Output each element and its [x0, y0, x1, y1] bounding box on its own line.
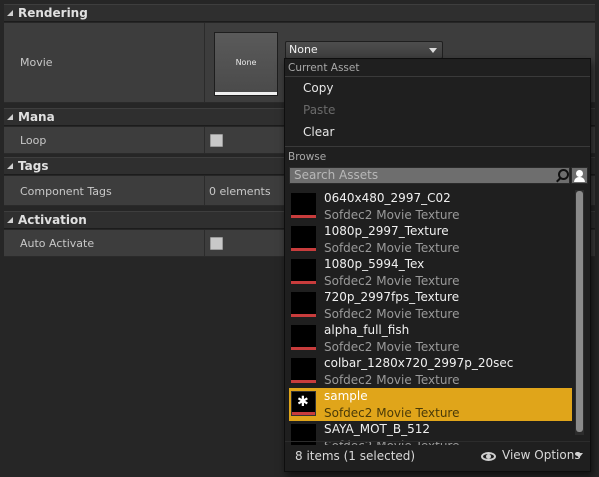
asset-name: sample [324, 389, 368, 403]
loop-checkbox[interactable] [210, 134, 223, 147]
asset-type: Sofdec2 Movie Texture [324, 241, 460, 255]
paste-menu-item[interactable]: Paste [303, 103, 335, 117]
asset-name: colbar_1280x720_2997p_20sec [324, 356, 514, 370]
chevron-down-icon [575, 453, 583, 458]
component-tags-value: 0 elements [209, 185, 271, 198]
collapse-arrow-icon [7, 10, 13, 16]
thumbnail-text: None [235, 58, 257, 67]
column-divider[interactable] [204, 23, 205, 102]
user-icon [576, 170, 583, 177]
asset-list-item[interactable]: 1080p_5994_Tex Sofdec2 Movie Texture [289, 256, 572, 289]
asset-type: Sofdec2 Movie Texture [324, 373, 460, 387]
asset-type: Sofdec2 Movie Texture [324, 439, 460, 445]
asset-list-item[interactable]: 0640x480_2997_C02 Sofdec2 Movie Texture [289, 190, 572, 223]
asset-list-item[interactable]: alpha_full_fish Sofdec2 Movie Texture [289, 322, 572, 355]
thumbnail-bar [215, 92, 277, 95]
search-assets-input[interactable]: Search Assets [289, 167, 570, 184]
scrollbar[interactable] [575, 190, 584, 435]
scrollbar-thumb[interactable] [576, 191, 583, 432]
asset-thumbnail [291, 259, 316, 284]
asset-type-color-bar [291, 248, 316, 251]
combo-value: None [289, 43, 318, 56]
asset-type: Sofdec2 Movie Texture [324, 307, 460, 321]
chevron-down-icon [429, 48, 437, 53]
asset-thumbnail: ✱ [291, 391, 316, 416]
asset-type-color-bar [291, 347, 316, 350]
asset-type-color-bar [291, 281, 316, 284]
asset-thumbnail [291, 292, 316, 317]
asset-glyph-icon: ✱ [297, 394, 309, 410]
collapse-arrow-icon [7, 163, 13, 169]
view-options-button[interactable]: View Options [502, 448, 581, 462]
asset-name: 1080p_2997_Texture [324, 224, 449, 238]
section-title: Rendering [18, 6, 88, 20]
asset-thumbnail [291, 358, 316, 383]
component-tags-label: Component Tags [20, 185, 112, 198]
current-asset-heading: Current Asset [288, 62, 360, 74]
section-title: Activation [18, 213, 87, 227]
asset-type: Sofdec2 Movie Texture [324, 274, 460, 288]
user-icon-body [574, 177, 585, 182]
auto-activate-label: Auto Activate [20, 237, 95, 250]
movie-asset-combo[interactable]: None [285, 41, 443, 59]
auto-activate-checkbox[interactable] [210, 237, 223, 250]
movie-thumbnail[interactable]: None [214, 32, 278, 96]
asset-list-item[interactable]: colbar_1280x720_2997p_20sec Sofdec2 Movie… [289, 355, 572, 388]
asset-list-item[interactable]: 1080p_2997_Texture Sofdec2 Movie Texture [289, 223, 572, 256]
clear-menu-item[interactable]: Clear [303, 125, 334, 139]
asset-list-item[interactable]: ✱ sample Sofdec2 Movie Texture [289, 388, 572, 421]
asset-type-color-bar [291, 215, 316, 218]
asset-list: 0640x480_2997_C02 Sofdec2 Movie Texture 10… [289, 190, 572, 445]
asset-name: SAYA_MOT_B_512 [324, 422, 430, 436]
section-separator [285, 146, 590, 147]
search-placeholder: Search Assets [294, 168, 379, 182]
asset-name: alpha_full_fish [324, 323, 410, 337]
asset-name: 720p_2997fps_Texture [324, 290, 460, 304]
asset-name: 1080p_5994_Tex [324, 257, 425, 271]
asset-picker-popup: Current Asset Copy Paste Clear Browse Se… [284, 58, 591, 472]
loop-label: Loop [20, 134, 47, 147]
asset-type: Sofdec2 Movie Texture [324, 208, 460, 222]
asset-list-item[interactable]: 720p_2997fps_Texture Sofdec2 Movie Textur… [289, 289, 572, 322]
details-panel: Rendering Movie None None Mana Loop Tags… [0, 0, 599, 477]
search-icon[interactable] [558, 169, 569, 180]
asset-type-color-bar [291, 380, 316, 383]
browse-heading: Browse [288, 151, 327, 163]
movie-label: Movie [20, 56, 53, 69]
footer-separator [285, 441, 590, 442]
section-title: Tags [18, 159, 49, 173]
column-divider[interactable] [204, 127, 205, 153]
asset-type-color-bar [292, 412, 315, 415]
item-count-status: 8 items (1 selected) [295, 449, 416, 463]
asset-thumbnail [291, 325, 316, 350]
column-divider[interactable] [204, 230, 205, 256]
eye-icon [481, 452, 496, 461]
section-title: Mana [18, 110, 55, 124]
asset-name: 0640x480_2997_C02 [324, 191, 451, 205]
section-header-rendering[interactable]: Rendering [4, 4, 595, 22]
heading-separator [285, 76, 590, 77]
collapse-arrow-icon [7, 114, 13, 120]
asset-type-color-bar [291, 314, 316, 317]
user-filter-button[interactable] [571, 167, 588, 184]
collapse-arrow-icon [7, 217, 13, 223]
copy-menu-item[interactable]: Copy [303, 81, 333, 95]
column-divider[interactable] [204, 176, 205, 205]
asset-thumbnail [291, 226, 316, 251]
asset-type: Sofdec2 Movie Texture [324, 406, 460, 420]
asset-thumbnail [291, 193, 316, 218]
asset-type: Sofdec2 Movie Texture [324, 340, 460, 354]
